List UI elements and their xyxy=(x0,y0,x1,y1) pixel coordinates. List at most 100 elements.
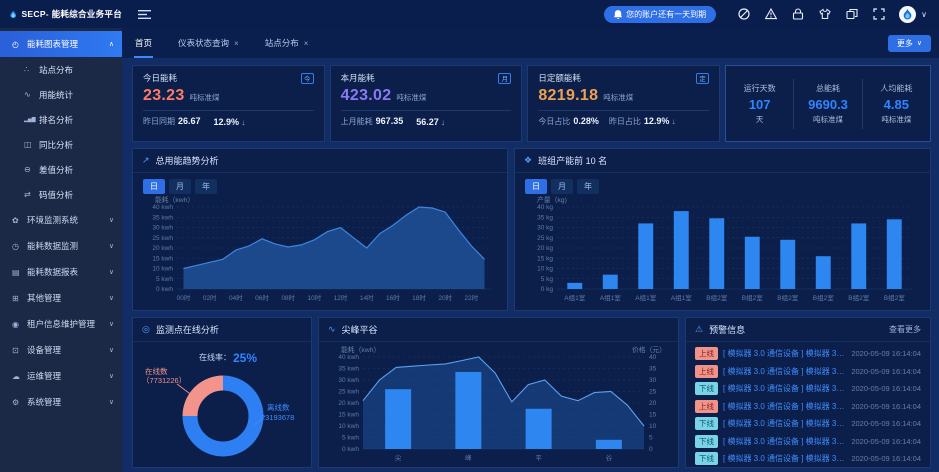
sidebar-item-system-mgmt[interactable]: ⚙系统管理∨ xyxy=(0,389,122,415)
user-menu-chevron-icon[interactable]: ∨ xyxy=(921,10,927,19)
fullscreen-icon[interactable] xyxy=(873,8,885,20)
avatar[interactable] xyxy=(899,6,916,23)
alert-row[interactable]: 上线[ 模拟器 3.0 通信设备 ] 模拟器 3.0...2020-05-09 … xyxy=(695,398,921,416)
chevron-down-icon: ∨ xyxy=(917,39,922,47)
svg-text:30 kg: 30 kg xyxy=(537,225,553,232)
svg-text:30 kwh: 30 kwh xyxy=(338,377,359,384)
trend-period-tabs: 日月年 xyxy=(143,179,499,194)
svg-text:15: 15 xyxy=(649,412,657,419)
sidebar-item-energy-usage-stats[interactable]: ∿用能统计 xyxy=(0,82,122,107)
stat-unit: 天 xyxy=(726,114,793,125)
tab-site-distribution[interactable]: 站点分布× xyxy=(252,28,322,58)
sidebar-item-energy-data-report[interactable]: ▤能耗数据报表∨ xyxy=(0,259,122,285)
chart-period-tab-日[interactable]: 日 xyxy=(525,179,547,194)
alert-row[interactable]: 下线[ 模拟器 3.0 通信设备 ] 模拟器 3.0...2020-05-09 … xyxy=(695,415,921,433)
more-button[interactable]: 更多 ∨ xyxy=(888,35,931,52)
chart-period-tab-日[interactable]: 日 xyxy=(143,179,165,194)
svg-text:价格（元）: 价格（元） xyxy=(632,345,666,354)
svg-text:35 kg: 35 kg xyxy=(537,214,553,221)
gauge-icon: ◷ xyxy=(12,242,27,251)
kpi-value: 423.02 xyxy=(341,87,392,105)
kpi-card-footer: 昨日同期26.6712.9% ↓ xyxy=(143,110,314,127)
sidebar-item-difference-analysis[interactable]: ⊖差值分析 xyxy=(0,157,122,182)
panel-body: 日月年 产量（kg)0 kg5 kg10 kg15 kg20 kg25 kg30… xyxy=(515,173,930,310)
svg-text:10 kwh: 10 kwh xyxy=(338,423,359,430)
svg-text:B组2室: B组2室 xyxy=(813,293,834,302)
sidebar-item-code-value-analysis[interactable]: ⇄码值分析 xyxy=(0,182,122,207)
view-more-link[interactable]: 查看更多 xyxy=(889,324,921,335)
skin-icon[interactable] xyxy=(819,8,831,20)
device-icon: ⊡ xyxy=(12,346,27,355)
tab-close-icon[interactable]: × xyxy=(304,39,309,48)
alert-list: 上线[ 模拟器 3.0 通信设备 ] 模拟器 3.0...2020-05-09 … xyxy=(686,342,930,468)
alert-timestamp: 2020-05-09 16:14:04 xyxy=(851,454,921,463)
summary-stat: 运行天数107天 xyxy=(726,79,794,129)
account-expiry-notice[interactable]: 您的账户还有一天到期 xyxy=(604,6,716,23)
peak-valley-panel: ∿ 尖峰平谷 能耗（kwh）价格（元）0 kwh05 kwh510 kwh101… xyxy=(318,317,679,468)
chart-period-tab-月[interactable]: 月 xyxy=(169,179,191,194)
svg-text:A组1室: A组1室 xyxy=(564,293,585,302)
sidebar-item-label: 能耗数据报表 xyxy=(27,266,109,278)
svg-text:A组1室: A组1室 xyxy=(671,293,692,302)
svg-text:25 kwh: 25 kwh xyxy=(152,235,173,242)
alert-row[interactable]: 下线[ 模拟器 3.0 通信设备 ] 模拟器 3.0...2020-05-09 … xyxy=(695,433,921,451)
chart-period-tab-月[interactable]: 月 xyxy=(551,179,573,194)
alert-message: [ 模拟器 3.0 通信设备 ] 模拟器 3.0... xyxy=(723,348,846,359)
collapse-sidebar-icon[interactable] xyxy=(138,9,152,20)
svg-text:B组2室: B组2室 xyxy=(742,293,763,302)
windows-icon[interactable] xyxy=(846,8,858,20)
chevron-down-icon: ∨ xyxy=(109,242,114,250)
sidebar-item-site-distribution[interactable]: ∴站点分布 xyxy=(0,57,122,82)
kpi-card-title: 本月能耗 xyxy=(341,72,375,84)
svg-text:20: 20 xyxy=(649,400,657,407)
svg-text:B组2室: B组2室 xyxy=(706,293,727,302)
dashboard-content: 今日能耗今23.23吨标准煤昨日同期26.6712.9% ↓本月能耗月423.0… xyxy=(122,58,939,472)
sidebar-item-ranking-analysis[interactable]: ▂▅▇排名分析 xyxy=(0,107,122,132)
tab-close-icon[interactable]: × xyxy=(234,39,239,48)
sidebar-item-yoy-analysis[interactable]: ◫同比分析 xyxy=(0,132,122,157)
chart-period-tab-年[interactable]: 年 xyxy=(577,179,599,194)
alert-status-badge: 下线 xyxy=(695,382,718,395)
kpi-value: 23.23 xyxy=(143,87,185,105)
stat-value: 9690.3 xyxy=(794,97,861,112)
main-area: 首页仪表状态查询×站点分布× 更多 ∨ 今日能耗今23.23吨标准煤昨日同期26… xyxy=(122,28,939,472)
ban-icon[interactable] xyxy=(738,8,750,20)
svg-text:40 kwh: 40 kwh xyxy=(152,204,173,211)
sidebar-item-other-mgmt[interactable]: ⊞其他管理∨ xyxy=(0,285,122,311)
sidebar-item-label: 排名分析 xyxy=(39,114,114,126)
sidebar-item-tenant-info-mgmt[interactable]: ◉租户信息维护管理∨ xyxy=(0,311,122,337)
svg-text:15 kwh: 15 kwh xyxy=(152,255,173,262)
sidebar-item-ops-mgmt[interactable]: ☁运维管理∨ xyxy=(0,363,122,389)
kpi-footer-item: 上月能耗967.35 xyxy=(341,116,404,127)
app-title: SECP- 能耗综合业务平台 xyxy=(21,8,122,20)
stat-value: 107 xyxy=(726,97,793,112)
sidebar-item-device-mgmt[interactable]: ⊡设备管理∨ xyxy=(0,337,122,363)
sidebar-item-energy-data-monitor[interactable]: ◷能耗数据监测∨ xyxy=(0,233,122,259)
alert-status-badge: 下线 xyxy=(695,417,718,430)
svg-text:10时: 10时 xyxy=(308,293,322,302)
alert-triangle-icon[interactable] xyxy=(765,8,777,20)
svg-text:10 kg: 10 kg xyxy=(537,266,553,273)
sidebar-item-label: 同比分析 xyxy=(39,139,114,151)
alert-row[interactable]: 上线[ 模拟器 3.0 通信设备 ] 模拟器 3.0...2020-05-09 … xyxy=(695,345,921,363)
summary-stat: 人均能耗4.85吨标准煤 xyxy=(863,79,930,129)
team-ranking-panel: ❖ 班组产能前 10 名 日月年 产量（kg)0 kg5 kg10 kg15 k… xyxy=(514,148,931,311)
alert-row[interactable]: 下线[ 模拟器 3.0 通信设备 ] 模拟器 3.0...2020-05-09 … xyxy=(695,450,921,468)
alert-row[interactable]: 上线[ 模拟器 3.0 通信设备 ] 模拟器 3.0...2020-05-09 … xyxy=(695,363,921,381)
alert-message: [ 模拟器 3.0 通信设备 ] 模拟器 3.0... xyxy=(723,453,846,464)
svg-text:尖: 尖 xyxy=(395,453,402,462)
chart-period-tab-年[interactable]: 年 xyxy=(195,179,217,194)
alert-row[interactable]: 下线[ 模拟器 3.0 通信设备 ] 模拟器 3.0...2020-05-09 … xyxy=(695,380,921,398)
sidebar-item-energy-chart-mgmt[interactable]: ◴能耗图表管理∧ xyxy=(0,31,122,57)
alert-icon: ⚠ xyxy=(695,324,703,335)
chevron-down-icon: ∨ xyxy=(109,294,114,302)
tab-home[interactable]: 首页 xyxy=(122,28,165,58)
sidebar-item-env-monitor-system[interactable]: ✿环境监测系统∨ xyxy=(0,207,122,233)
svg-text:10 kwh: 10 kwh xyxy=(152,266,173,273)
svg-text:12时: 12时 xyxy=(334,293,348,302)
lock-icon[interactable] xyxy=(792,8,804,20)
kpi-footer-item: 昨日占比12.9% ↓ xyxy=(609,116,676,127)
energy-trend-chart: 能耗（kwh）0 kwh5 kwh10 kwh15 kwh20 kwh25 kw… xyxy=(141,194,499,304)
minus-circle-icon: ⊖ xyxy=(24,165,39,174)
tab-meter-status[interactable]: 仪表状态查询× xyxy=(165,28,252,58)
